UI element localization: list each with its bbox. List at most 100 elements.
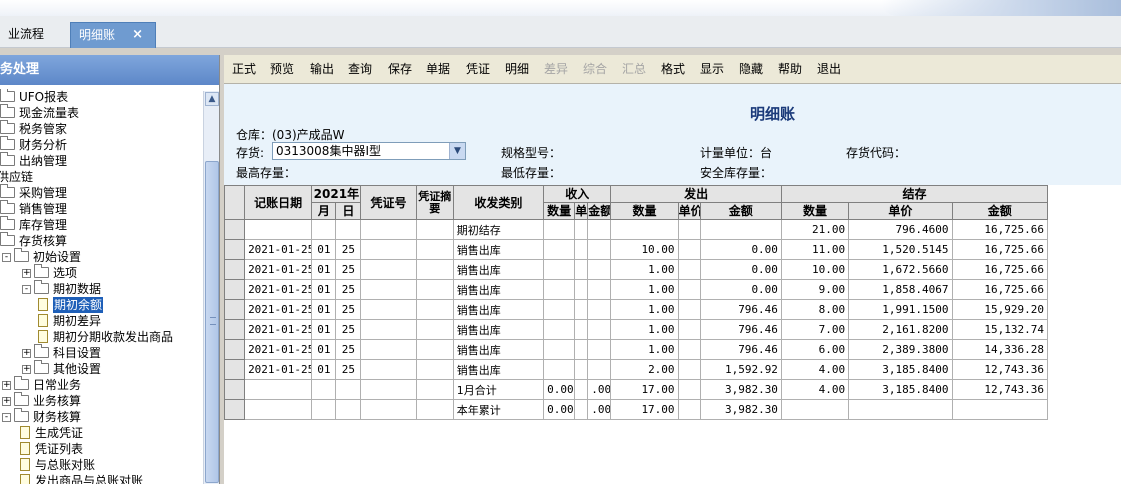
col-header-in-amount: 金额 xyxy=(587,202,612,220)
expand-icon[interactable]: + xyxy=(2,381,11,390)
tree-item-label: 选项 xyxy=(53,266,78,280)
toolbar-button-11[interactable]: 格式 xyxy=(659,59,687,79)
tree-item[interactable]: 存货核算 xyxy=(0,232,203,249)
row-header-cell[interactable] xyxy=(224,379,246,400)
tree-item[interactable]: 出纳管理 xyxy=(0,152,203,169)
tree-item[interactable]: + 日常业务 xyxy=(0,376,203,393)
close-icon[interactable]: × xyxy=(132,23,143,47)
row-header-cell[interactable] xyxy=(224,219,246,240)
scroll-thumb[interactable] xyxy=(205,161,219,483)
cell-in-qty xyxy=(543,259,576,280)
tree-item[interactable]: + 其他设置 xyxy=(0,360,203,377)
collapse-icon[interactable]: - xyxy=(2,413,11,422)
vertical-scrollbar[interactable]: ▲ xyxy=(203,91,219,484)
toolbar-button-1[interactable]: 预览 xyxy=(268,59,296,79)
toolbar-button-6[interactable]: 凭证 xyxy=(464,59,492,79)
expand-icon[interactable]: + xyxy=(22,365,31,374)
row-header-cell[interactable] xyxy=(224,399,246,420)
cell-out-price xyxy=(677,239,701,260)
tree-item[interactable]: + 科目设置 xyxy=(0,344,203,361)
row-header-cell[interactable] xyxy=(224,359,246,380)
tree-item[interactable]: 期初差异 xyxy=(0,313,203,329)
tree-item[interactable]: 库存管理 xyxy=(0,216,203,233)
cell-in-amt xyxy=(587,239,612,260)
toolbar-button-3[interactable]: 查询 xyxy=(346,59,374,79)
inventory-select[interactable]: 0313008集中器I型 ▼ xyxy=(272,142,466,160)
tree-item[interactable]: + 选项 xyxy=(0,264,203,281)
tree-item[interactable]: 期初分期收款发出商品 xyxy=(0,329,203,345)
cell-voucher xyxy=(360,279,417,300)
col-header-outgo: 发出 xyxy=(610,185,782,203)
toolbar-button-15[interactable]: 退出 xyxy=(815,59,843,79)
table-row[interactable]: 2021-01-25 01 25 销售出库 2.00 1,592.92 4.00 3,185.… xyxy=(224,359,1049,380)
toolbar-button-2[interactable]: 输出 xyxy=(308,59,336,79)
scroll-up-icon[interactable]: ▲ xyxy=(205,92,219,106)
toolbar-button-10[interactable]: 汇总 xyxy=(620,59,648,79)
tree-item[interactable]: - 财务核算 xyxy=(0,408,203,425)
cell-month xyxy=(311,399,337,420)
collapse-icon[interactable]: - xyxy=(22,285,31,294)
toolbar-button-7[interactable]: 明细 xyxy=(503,59,531,79)
row-header-cell[interactable] xyxy=(224,279,246,300)
tree-item[interactable]: 税务管家 xyxy=(0,120,203,137)
toolbar-button-13[interactable]: 隐藏 xyxy=(737,59,765,79)
row-header-cell[interactable] xyxy=(224,259,246,280)
table-row[interactable]: 2021-01-25 01 25 销售出库 1.00 796.46 7.00 2,161.82… xyxy=(224,319,1049,340)
row-header-cell[interactable] xyxy=(224,239,246,260)
row-header-cell[interactable] xyxy=(224,299,246,320)
table-row[interactable]: 2021-01-25 01 25 销售出库 1.00 0.00 10.00 1,672.566… xyxy=(224,259,1049,280)
toolbar-button-5[interactable]: 单据 xyxy=(424,59,452,79)
toolbar-button-12[interactable]: 显示 xyxy=(698,59,726,79)
tree-item[interactable]: 销售管理 xyxy=(0,200,203,217)
cell-bal-amt: 12,743.36 xyxy=(951,379,1049,400)
tab-detail-ledger[interactable]: 明细账 × xyxy=(70,22,156,48)
folder-icon xyxy=(34,280,49,294)
table-row[interactable]: 1月合计 0.00 .00 17.00 3,982.30 4.00 3,185.8400 12… xyxy=(224,379,1049,400)
table-row[interactable]: 2021-01-25 01 25 销售出库 1.00 796.46 6.00 2,389.38… xyxy=(224,339,1049,360)
cell-bal-price: 1,520.5145 xyxy=(848,239,953,260)
cell-out-qty: 1.00 xyxy=(610,339,679,360)
tab-label: 明细账 xyxy=(79,28,116,42)
expand-icon[interactable]: + xyxy=(2,397,11,406)
tree-item[interactable]: 发出商品与总账对账 xyxy=(0,473,203,484)
tree-item[interactable]: - 初始设置 xyxy=(0,248,203,265)
table-row[interactable]: 本年累计 0.00 .00 17.00 3,982.30 xyxy=(224,399,1049,420)
row-header-cell[interactable] xyxy=(224,319,246,340)
folder-icon xyxy=(14,248,29,262)
collapse-icon[interactable]: - xyxy=(2,253,11,262)
cell-in-amt xyxy=(587,219,612,240)
tree-item[interactable]: - 期初数据 xyxy=(0,280,203,297)
cell-bal-price: 2,389.3800 xyxy=(848,339,953,360)
table-row[interactable]: 2021-01-25 01 25 销售出库 10.00 0.00 11.00 1,520.51… xyxy=(224,239,1049,260)
row-header-corner xyxy=(224,185,246,220)
toolbar-button-14[interactable]: 帮助 xyxy=(776,59,804,79)
ledger-table: 记账日期 2021年 凭证号 凭证摘要 收发类别 收入 发出 结存 月 日 数量… xyxy=(224,185,1049,420)
expand-icon[interactable]: + xyxy=(22,349,31,358)
cell-in-price xyxy=(574,379,589,400)
tree-item[interactable]: + 业务核算 xyxy=(0,392,203,409)
toolbar-button-0[interactable]: 正式 xyxy=(230,59,258,79)
row-header-cell[interactable] xyxy=(224,339,246,360)
tree-item[interactable]: 供应链 xyxy=(0,169,203,185)
tree-item[interactable]: 期初余额 xyxy=(0,297,203,313)
toolbar-button-9[interactable]: 综合 xyxy=(581,59,609,79)
folder-icon xyxy=(14,408,29,422)
tree-item[interactable]: 与总账对账 xyxy=(0,457,203,473)
tree-item[interactable]: 现金流量表 xyxy=(0,104,203,121)
toolbar-button-8[interactable]: 差异 xyxy=(542,59,570,79)
tab-business-flow[interactable]: 业流程 xyxy=(0,22,70,48)
table-row[interactable]: 2021-01-25 01 25 销售出库 1.00 0.00 9.00 1,858.4067… xyxy=(224,279,1049,300)
tree-item[interactable]: 凭证列表 xyxy=(0,441,203,457)
expand-icon[interactable]: + xyxy=(22,269,31,278)
chevron-down-icon[interactable]: ▼ xyxy=(449,143,465,159)
inventory-label: 存货: xyxy=(236,146,265,160)
toolbar-button-4[interactable]: 保存 xyxy=(386,59,414,79)
cell-date: 2021-01-25 xyxy=(244,259,313,280)
table-row[interactable]: 2021-01-25 01 25 销售出库 1.00 796.46 8.00 1,991.15… xyxy=(224,299,1049,320)
tree-item[interactable]: 生成凭证 xyxy=(0,425,203,441)
cell-day: 25 xyxy=(335,359,362,380)
table-row[interactable]: 期初结存 21.00 796.4600 16,725.66 xyxy=(224,219,1049,240)
tree-item[interactable]: UFO报表 xyxy=(0,89,203,105)
tree-item[interactable]: 采购管理 xyxy=(0,184,203,201)
tree-item[interactable]: 财务分析 xyxy=(0,136,203,153)
